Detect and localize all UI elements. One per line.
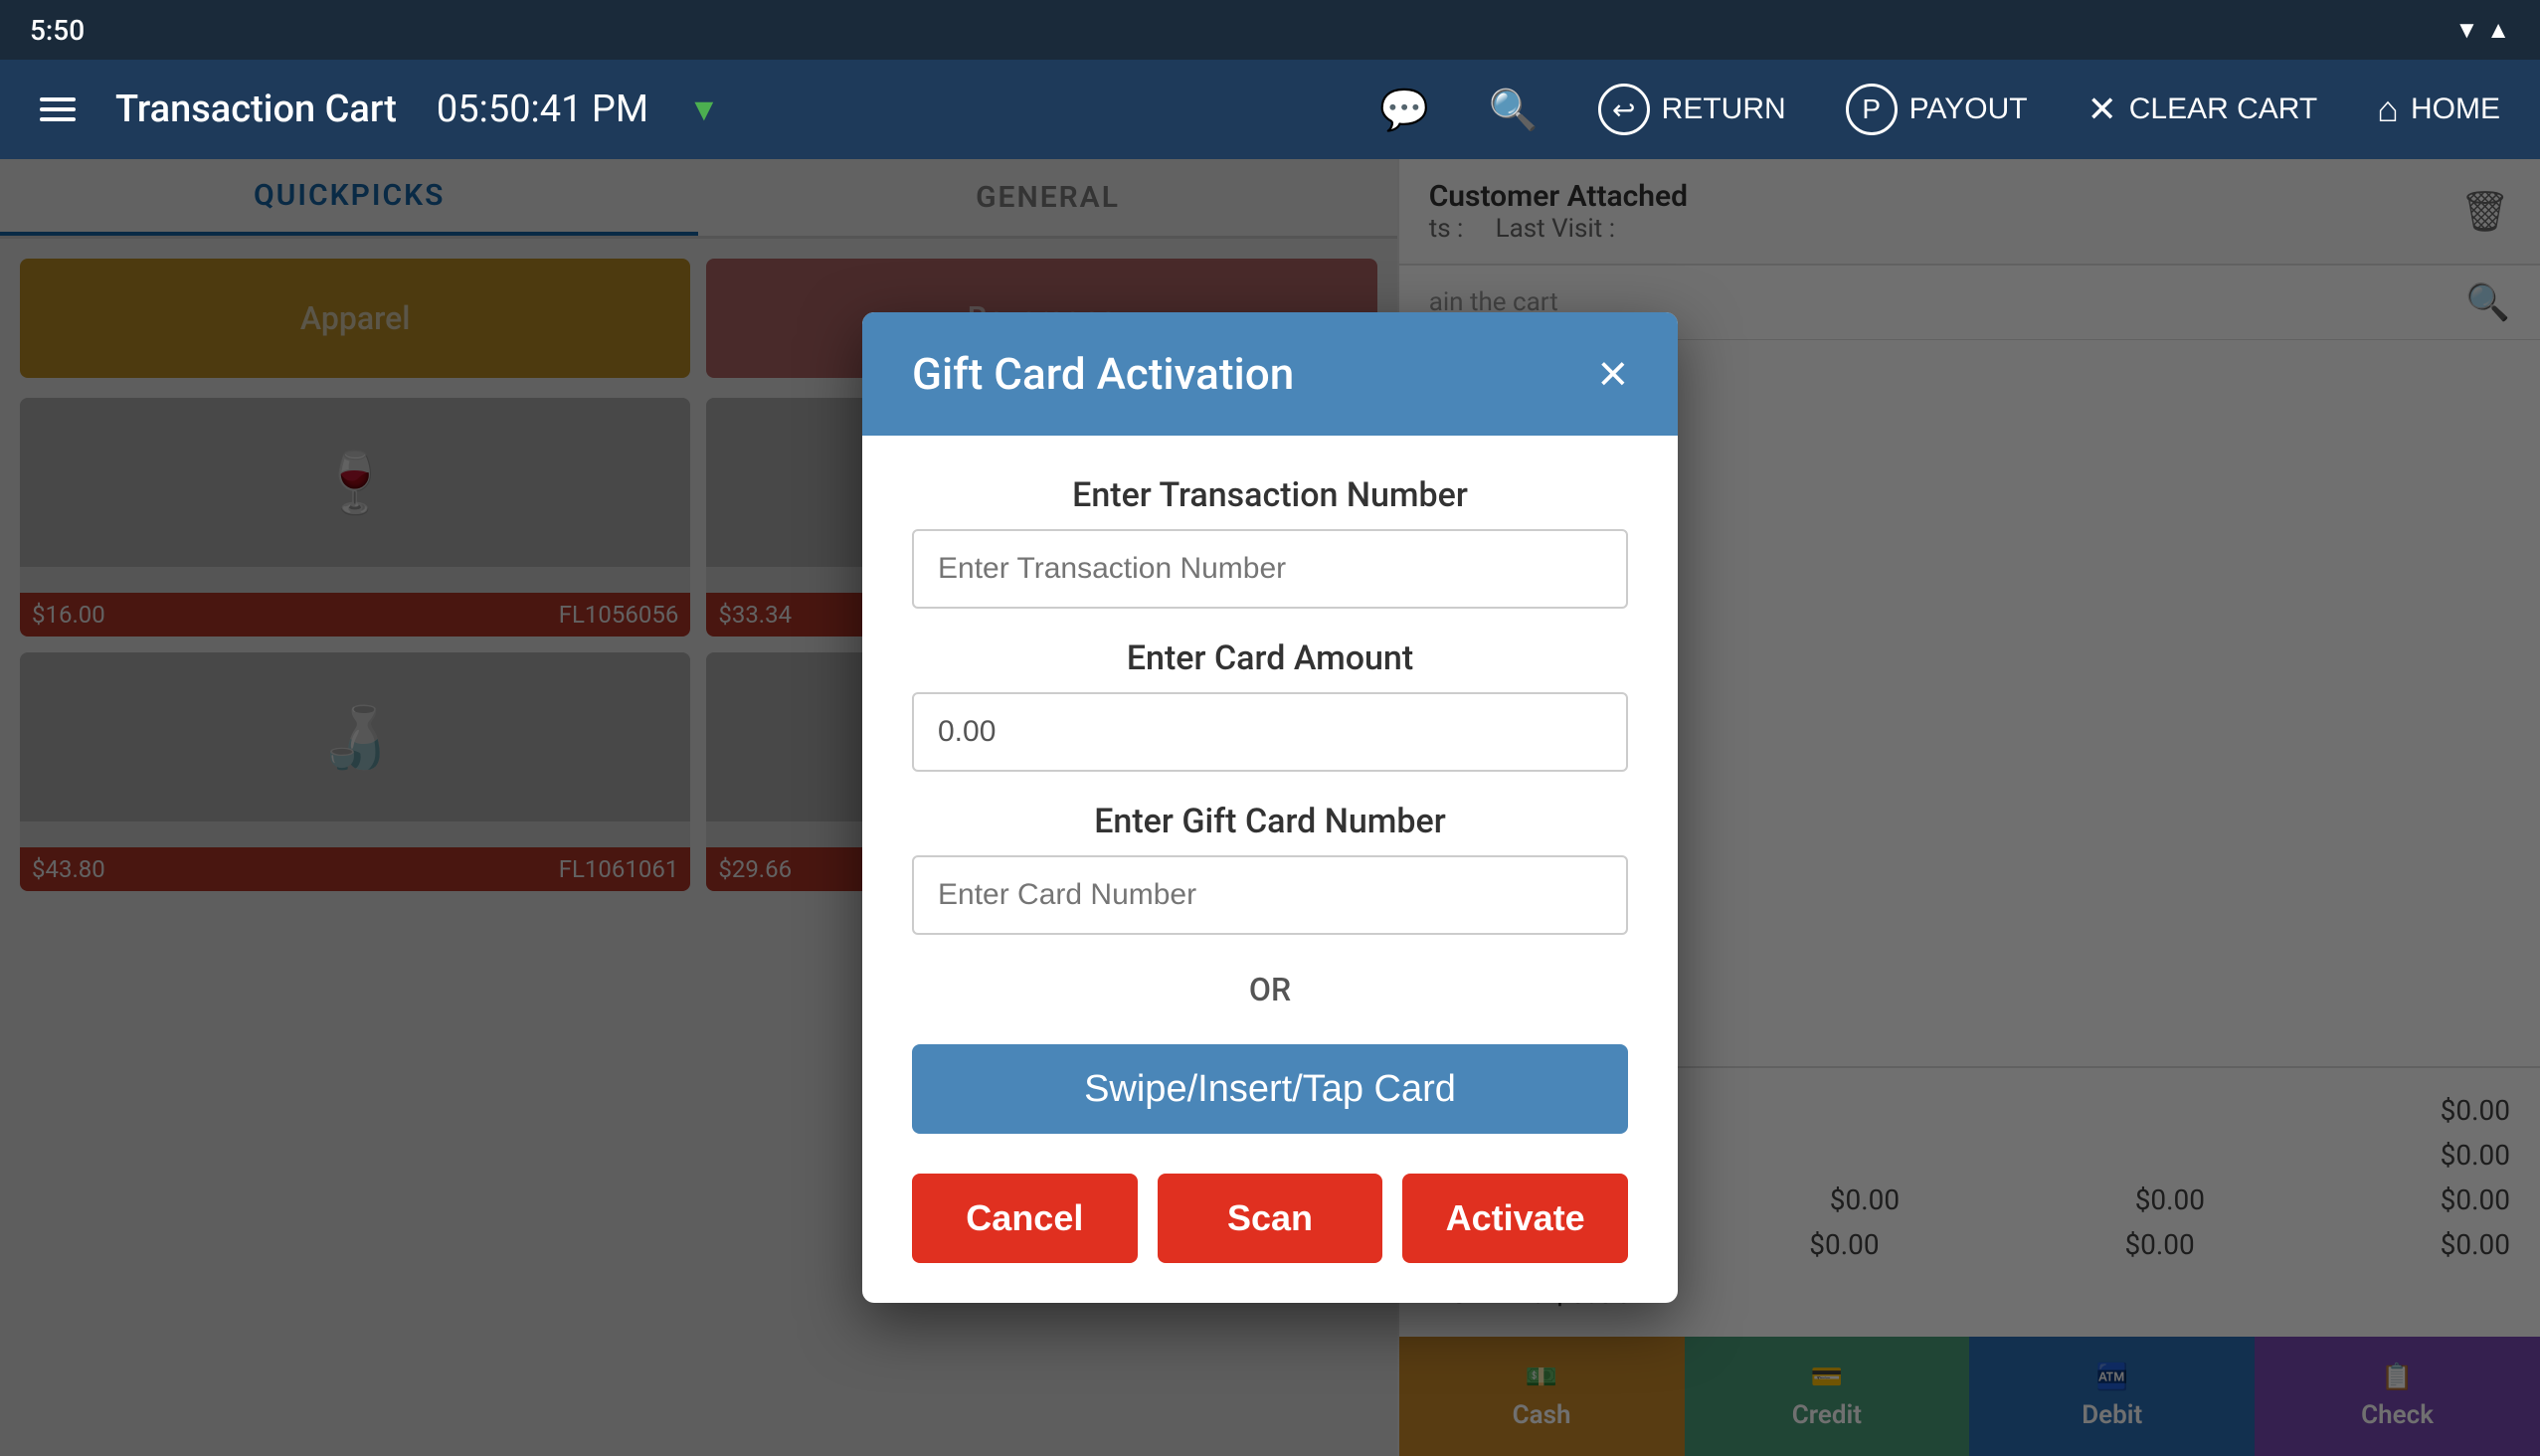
dialog-title: Gift Card Activation — [912, 348, 1294, 400]
home-label: HOME — [2411, 92, 2500, 126]
transaction-number-label: Enter Transaction Number — [912, 475, 1628, 515]
message-button[interactable]: 💬 — [1379, 87, 1429, 133]
return-icon-circle: ↩ — [1598, 84, 1650, 135]
card-amount-input[interactable] — [912, 692, 1628, 772]
dialog-actions: Cancel Scan Activate — [862, 1174, 1678, 1303]
wifi-icon: ▼ — [2454, 16, 2478, 45]
scan-button[interactable]: Scan — [1158, 1174, 1383, 1263]
payout-icon: P — [1862, 93, 1881, 125]
clearcart-icon: ✕ — [2087, 89, 2117, 130]
nav-wifi-icon: ▼ — [688, 91, 720, 128]
home-icon: ⌂ — [2377, 89, 2399, 130]
nav-icons: 💬 🔍 ↩ RETURN P PAYOUT ✕ CLEAR CART ⌂ HOM… — [1379, 84, 2500, 135]
transaction-number-input[interactable] — [912, 529, 1628, 609]
payout-label: PAYOUT — [1909, 92, 2028, 126]
clearcart-label: CLEAR CART — [2129, 92, 2318, 126]
top-nav: Transaction Cart 05:50:41 PM ▼ 💬 🔍 ↩ RET… — [0, 60, 2540, 159]
activate-button[interactable]: Activate — [1402, 1174, 1628, 1263]
card-amount-field-group: Enter Card Amount — [912, 638, 1628, 772]
payout-button[interactable]: P PAYOUT — [1846, 84, 2028, 135]
home-button[interactable]: ⌂ HOME — [2377, 89, 2500, 130]
transaction-number-field-group: Enter Transaction Number — [912, 475, 1628, 609]
status-time: 5:50 — [30, 14, 85, 47]
signal-icon: ▲ — [2486, 16, 2510, 45]
gift-card-dialog: Gift Card Activation × Enter Transaction… — [862, 312, 1678, 1303]
return-button[interactable]: ↩ RETURN — [1598, 84, 1786, 135]
hamburger-menu[interactable] — [40, 97, 76, 121]
main-content: QUICKPICKS GENERAL Apparel Beverages 🍷 $… — [0, 159, 2540, 1456]
dialog-body: Enter Transaction Number Enter Card Amou… — [862, 436, 1678, 1174]
cancel-button[interactable]: Cancel — [912, 1174, 1138, 1263]
payout-icon-circle: P — [1846, 84, 1898, 135]
nav-time: 05:50:41 PM — [437, 88, 648, 131]
return-label: RETURN — [1662, 92, 1786, 126]
card-amount-label: Enter Card Amount — [912, 638, 1628, 678]
gift-card-number-field-group: Enter Gift Card Number — [912, 802, 1628, 935]
return-icon: ↩ — [1612, 93, 1635, 126]
status-bar: 5:50 ▼ ▲ — [0, 0, 2540, 60]
clearcart-button[interactable]: ✕ CLEAR CART — [2087, 89, 2318, 130]
gift-card-number-input[interactable] — [912, 855, 1628, 935]
status-bar-right: ▼ ▲ — [2454, 16, 2510, 45]
status-bar-left: 5:50 — [30, 14, 85, 47]
close-button[interactable]: × — [1598, 348, 1628, 400]
search-icon: 🔍 — [1489, 87, 1539, 133]
dialog-header: Gift Card Activation × — [862, 312, 1678, 436]
modal-overlay: Gift Card Activation × Enter Transaction… — [0, 159, 2540, 1456]
nav-title: Transaction Cart — [115, 88, 397, 131]
gift-card-number-label: Enter Gift Card Number — [912, 802, 1628, 841]
message-icon: 💬 — [1379, 87, 1429, 133]
swipe-button[interactable]: Swipe/Insert/Tap Card — [912, 1044, 1628, 1134]
search-button[interactable]: 🔍 — [1489, 87, 1539, 133]
or-divider: OR — [912, 971, 1628, 1008]
